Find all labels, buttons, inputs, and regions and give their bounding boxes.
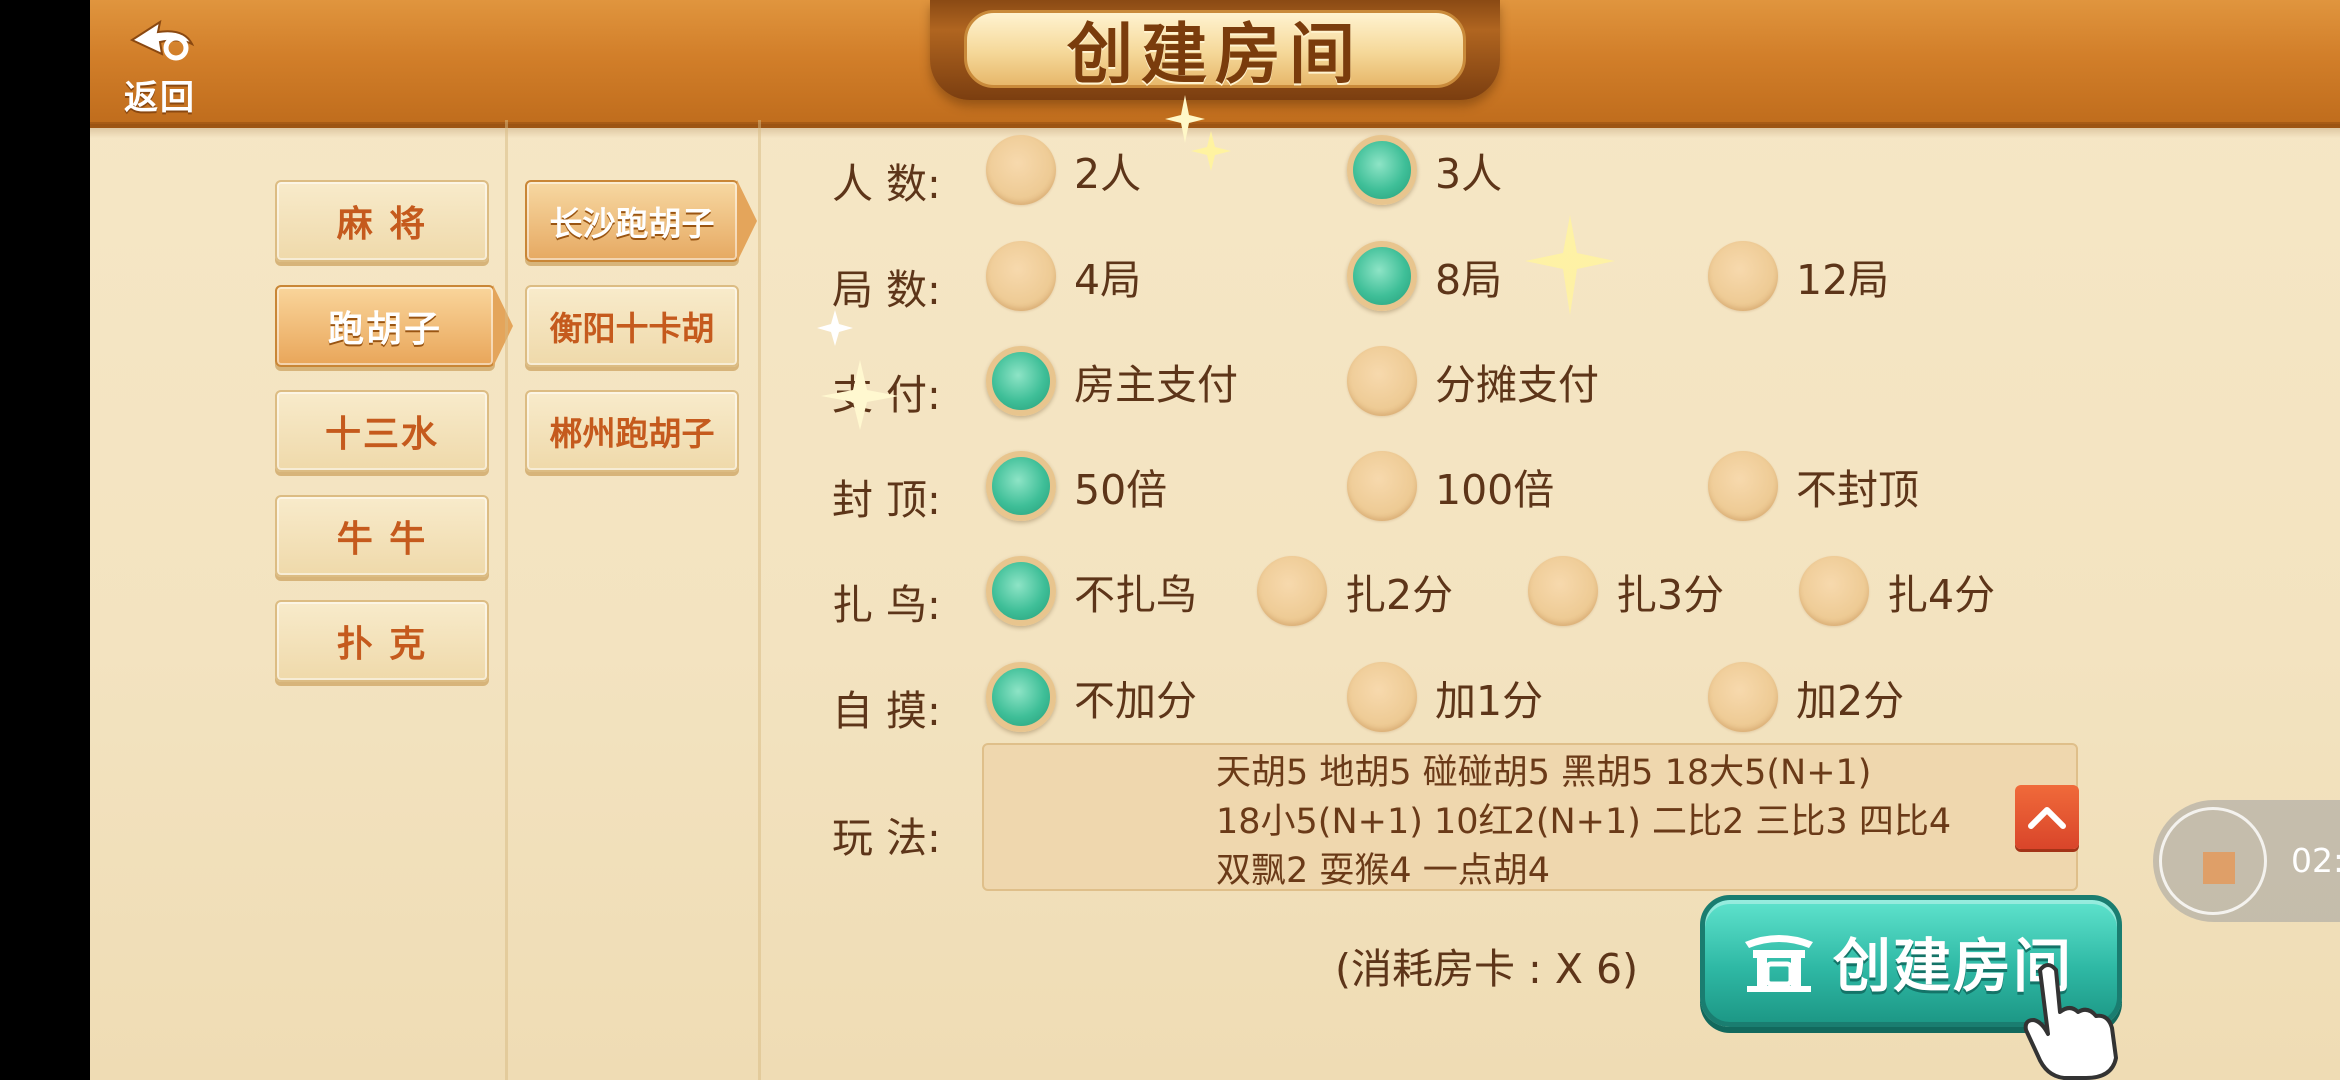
players-label: 人 数:: [832, 160, 941, 208]
bird-option-3[interactable]: 扎3分: [1528, 551, 1724, 631]
back-label: 返回: [124, 78, 196, 118]
radio-button-selected[interactable]: [1347, 241, 1417, 311]
subcategory-chenzhou-paohuzi[interactable]: 郴州跑胡子: [525, 390, 739, 472]
gate-icon: [1745, 935, 1813, 992]
rules-line: 天胡5 地胡5 碰碰胡5 黑胡5 18大5(N+1): [1216, 753, 1872, 793]
rounds-option-4[interactable]: 4局: [986, 236, 1141, 316]
rules-label: 玩 法:: [832, 814, 941, 862]
self-draw-option-none[interactable]: 不加分: [986, 657, 1197, 737]
pointer-hand-icon: [2023, 963, 2118, 1080]
radio-button[interactable]: [1708, 241, 1778, 311]
title-plaque: 创建房间: [930, 0, 1500, 100]
radio-button[interactable]: [1347, 346, 1417, 416]
cap-label: 封 顶:: [832, 476, 941, 524]
collapse-button[interactable]: [2015, 785, 2079, 849]
self-draw-option-1[interactable]: 加1分: [1347, 657, 1543, 737]
self-draw-option-2[interactable]: 加2分: [1708, 657, 1904, 737]
sparkle-icon: [817, 310, 899, 430]
category-paohuzi[interactable]: 跑胡子: [275, 285, 513, 367]
category-menu: 麻 将 跑胡子 十三水 牛 牛 扑 克: [275, 180, 513, 705]
rules-box[interactable]: 天胡5 地胡5 碰碰胡5 黑胡5 18大5(N+1) 18小5(N+1) 10红…: [982, 743, 2078, 891]
rules-line: 18小5(N+1) 10红2(N+1) 二比2 三比3 四比4: [1216, 802, 1952, 842]
players-option-3[interactable]: 3人: [1347, 130, 1502, 210]
cap-option-50[interactable]: 50倍: [986, 446, 1167, 526]
category-shisanshui[interactable]: 十三水: [275, 390, 489, 472]
radio-button-selected[interactable]: [986, 662, 1056, 732]
sparkle-icon: [1165, 95, 1231, 171]
back-button[interactable]: 返回: [115, 18, 205, 118]
rules-line: 双飘2 耍猴4 一点胡4: [1216, 851, 1551, 891]
radio-button[interactable]: [1799, 556, 1869, 626]
radio-button-selected[interactable]: [1347, 135, 1417, 205]
bird-option-2[interactable]: 扎2分: [1257, 551, 1453, 631]
recording-timer: 02:02: [2291, 841, 2340, 880]
radio-button[interactable]: [986, 241, 1056, 311]
page-title: 创建房间: [1067, 15, 1363, 93]
subcategory-hengyang-shikahu[interactable]: 衡阳十卡胡: [525, 285, 739, 367]
divider: [758, 120, 761, 1080]
radio-button-selected[interactable]: [986, 451, 1056, 521]
rounds-option-8[interactable]: 8局: [1347, 236, 1502, 316]
room-card-cost: (消耗房卡 : X 6): [1335, 945, 1639, 993]
stop-icon: [2203, 852, 2235, 884]
rounds-option-12[interactable]: 12局: [1708, 236, 1889, 316]
category-niuniu[interactable]: 牛 牛: [275, 495, 489, 577]
radio-button[interactable]: [986, 135, 1056, 205]
cap-option-100[interactable]: 100倍: [1347, 446, 1554, 526]
chevron-up-icon: [2028, 807, 2066, 829]
radio-button[interactable]: [1708, 662, 1778, 732]
record-stop-button[interactable]: [2159, 807, 2267, 915]
radio-button-selected[interactable]: [986, 556, 1056, 626]
radio-button-selected[interactable]: [986, 346, 1056, 416]
game-screen: 返回 创建房间 麻 将 跑胡子 十三水 牛 牛 扑 克 长沙跑胡子 衡阳十卡胡 …: [90, 0, 2340, 1080]
payment-option-host[interactable]: 房主支付: [986, 341, 1238, 421]
category-poker[interactable]: 扑 克: [275, 600, 489, 682]
bird-option-none[interactable]: 不扎鸟: [986, 551, 1197, 631]
cap-option-none[interactable]: 不封顶: [1708, 446, 1919, 526]
radio-button[interactable]: [1257, 556, 1327, 626]
subcategory-changsha-paohuzi[interactable]: 长沙跑胡子: [525, 180, 757, 262]
bird-option-4[interactable]: 扎4分: [1799, 551, 1995, 631]
radio-button[interactable]: [1347, 662, 1417, 732]
self-draw-label: 自 摸:: [832, 687, 941, 735]
radio-button[interactable]: [1708, 451, 1778, 521]
category-mahjong[interactable]: 麻 将: [275, 180, 489, 262]
radio-button[interactable]: [1528, 556, 1598, 626]
radio-button[interactable]: [1347, 451, 1417, 521]
screen-recorder-overlay[interactable]: 02:02: [2153, 800, 2340, 922]
back-arrow-icon: [129, 19, 195, 61]
sparkle-icon: [1525, 215, 1615, 315]
players-option-2[interactable]: 2人: [986, 130, 1141, 210]
subcategory-menu: 长沙跑胡子 衡阳十卡胡 郴州跑胡子: [525, 180, 757, 495]
payment-option-split[interactable]: 分摊支付: [1347, 341, 1599, 421]
rounds-label: 局 数:: [832, 266, 941, 314]
bird-label: 扎 鸟:: [832, 581, 941, 629]
divider: [505, 120, 508, 1080]
